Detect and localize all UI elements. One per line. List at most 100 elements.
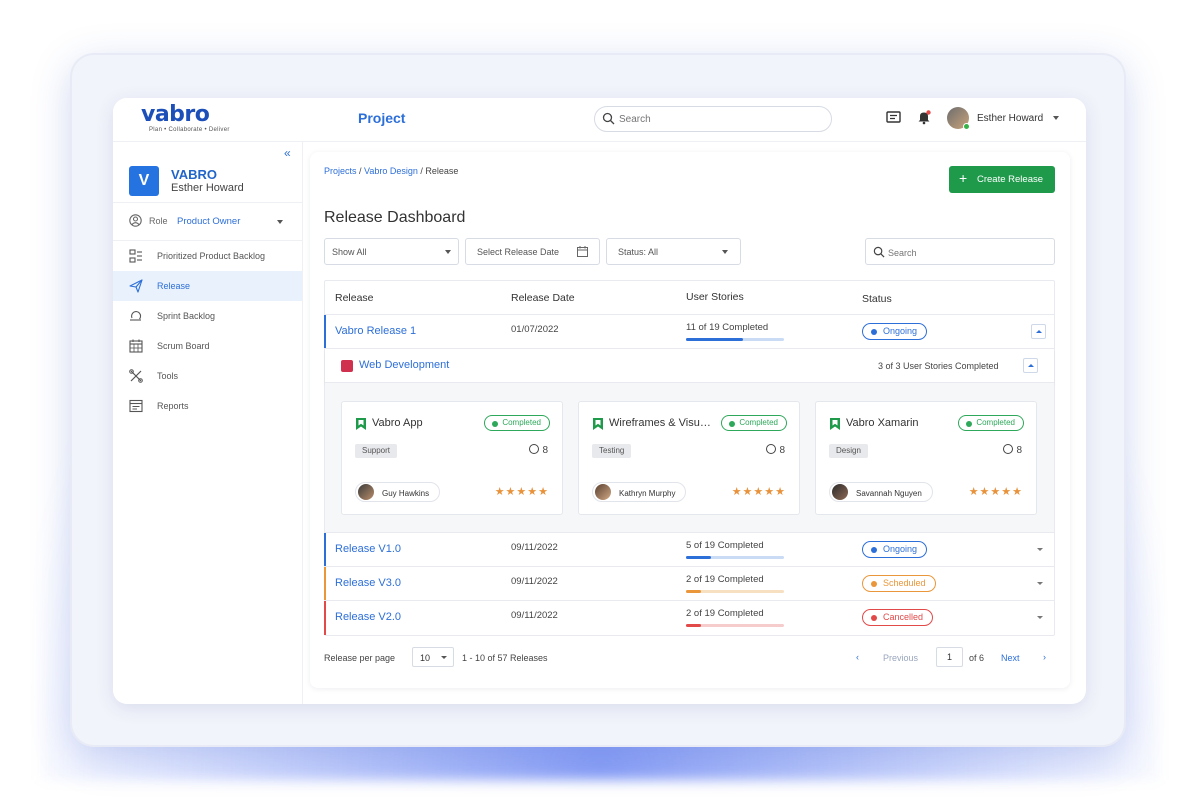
row-accent-bar	[324, 601, 326, 635]
story-points-value: 8	[1016, 445, 1022, 456]
table-header: Release Release Date User Stories Status	[325, 281, 1054, 315]
story-card[interactable]: Wireframes & Visual Design Completed Tes…	[578, 401, 800, 515]
page-total: of 6	[969, 653, 985, 663]
status-dot	[871, 329, 877, 335]
role-value[interactable]: Product Owner	[177, 216, 240, 227]
progress-fill	[686, 338, 743, 341]
role-selector[interactable]: Role Product Owner	[129, 213, 289, 231]
user-name[interactable]: Esther Howard	[977, 113, 1043, 124]
chevron-right-icon[interactable]: ›	[1043, 652, 1046, 662]
collapse-row-button[interactable]	[1031, 324, 1046, 339]
release-search-input[interactable]	[888, 245, 1048, 260]
status-filter-value: Status: All	[618, 247, 659, 257]
user-stories-count: 5 of 19 Completed	[686, 540, 764, 551]
assignee-chip[interactable]: Kathryn Murphy	[592, 482, 687, 502]
inbox-icon[interactable]	[886, 110, 901, 124]
progress-bar	[686, 624, 784, 627]
story-cards-area: Vabro App Completed Support 8 Guy Hawkin…	[325, 383, 1054, 533]
row-accent-bar	[324, 533, 326, 566]
chevron-down-icon	[722, 250, 728, 254]
sidebar-item-prioritized-product-backlog[interactable]: Prioritized Product Backlog	[113, 241, 302, 271]
sidebar-item-scrum-board[interactable]: Scrum Board	[113, 331, 302, 361]
table-row[interactable]: Vabro Release 1 01/07/2022 11 of 19 Comp…	[324, 315, 1054, 349]
status-dot	[871, 581, 877, 587]
table-row[interactable]: Release V2.0 09/11/2022 2 of 19 Complete…	[324, 601, 1054, 635]
chevron-left-icon[interactable]: ‹	[856, 652, 859, 662]
page-number-input[interactable]: 1	[936, 647, 963, 667]
assignee-chip[interactable]: Guy Hawkins	[355, 482, 441, 502]
release-name[interactable]: Release V3.0	[335, 577, 401, 589]
bookmark-icon	[356, 418, 366, 430]
reports-icon	[129, 399, 143, 413]
release-date-picker[interactable]: Select Release Date	[465, 238, 600, 265]
progress-fill	[686, 590, 701, 593]
expand-row-chevron-icon[interactable]	[1037, 616, 1043, 619]
release-date-placeholder: Select Release Date	[477, 247, 560, 257]
breadcrumb-project[interactable]: Vabro Design	[364, 166, 418, 176]
table-row[interactable]: Release V1.0 09/11/2022 5 of 19 Complete…	[324, 533, 1054, 567]
assignee-chip[interactable]: Savannah Nguyen	[829, 482, 933, 502]
create-release-label: Create Release	[977, 174, 1044, 185]
sidebar-item-release[interactable]: Release	[113, 271, 302, 301]
release-name[interactable]: Release V2.0	[335, 611, 401, 623]
chevron-down-icon	[441, 656, 447, 659]
release-name[interactable]: Vabro Release 1	[335, 325, 416, 337]
avatar	[358, 484, 374, 500]
story-card[interactable]: Vabro Xamarin Completed Design 8 Savanna…	[815, 401, 1037, 515]
calendar-icon	[129, 339, 143, 353]
status-dot	[871, 615, 877, 621]
create-release-button[interactable]: + Create Release	[949, 166, 1055, 193]
status-dot	[729, 420, 736, 427]
progress-bar	[686, 556, 784, 559]
story-points: 8	[766, 444, 785, 456]
expand-row-chevron-icon[interactable]	[1037, 548, 1043, 551]
story-card[interactable]: Vabro App Completed Support 8 Guy Hawkin…	[341, 401, 563, 515]
collapse-sidebar-icon[interactable]: «	[284, 146, 291, 160]
show-filter-select[interactable]: Show All	[324, 238, 459, 265]
chevron-down-icon[interactable]	[277, 220, 283, 224]
plus-icon: +	[959, 170, 968, 186]
breadcrumb-projects[interactable]: Projects	[324, 166, 357, 176]
divider	[113, 202, 303, 203]
completed-badge-label: Completed	[502, 418, 541, 427]
previous-page-button[interactable]: Previous	[883, 653, 918, 663]
sidebar-item-tools[interactable]: Tools	[113, 361, 302, 391]
calendar-icon	[577, 246, 588, 257]
chevron-up-icon	[1036, 330, 1042, 333]
collapse-epic-button[interactable]	[1023, 358, 1038, 373]
next-page-button[interactable]: Next	[1001, 653, 1020, 663]
user-menu-chevron-icon[interactable]	[1053, 116, 1059, 120]
sidebar-item-sprint-backlog[interactable]: Sprint Backlog	[113, 301, 302, 331]
top-bar: vabro Plan • Collaborate • Deliver Proje…	[113, 98, 1086, 142]
release-name[interactable]: Release V1.0	[335, 543, 401, 555]
story-title: Wireframes & Visual Design	[609, 417, 716, 429]
status-label: Ongoing	[883, 326, 918, 336]
status-label: Cancelled	[883, 612, 924, 622]
pagination-bar: Release per page 10 1 - 10 of 57 Release…	[324, 647, 1055, 669]
table-row[interactable]: Release V3.0 09/11/2022 2 of 19 Complete…	[324, 567, 1054, 601]
notification-bell-icon[interactable]	[917, 110, 931, 125]
progress-fill	[686, 624, 701, 627]
release-search[interactable]	[865, 238, 1055, 265]
per-page-select[interactable]: 10	[412, 647, 454, 667]
column-release-date: Release Date	[511, 292, 575, 304]
org-name: VABRO	[171, 167, 217, 182]
main-panel: Projects / Vabro Design / Release + Crea…	[310, 152, 1070, 688]
completed-badge: Completed	[721, 415, 787, 431]
global-search[interactable]	[594, 106, 832, 132]
sidebar-item-reports[interactable]: Reports	[113, 391, 302, 421]
status-dot	[871, 547, 877, 553]
epic-name[interactable]: Web Development	[359, 359, 449, 371]
vabro-logo[interactable]: vabro Plan • Collaborate • Deliver	[141, 104, 230, 134]
status-filter-select[interactable]: Status: All	[606, 238, 741, 265]
breadcrumb-separator: /	[356, 166, 365, 176]
global-search-input[interactable]	[619, 111, 819, 128]
status-badge: Cancelled	[862, 609, 934, 626]
release-date: 01/07/2022	[511, 324, 559, 335]
completed-badge: Completed	[484, 415, 550, 431]
expand-row-chevron-icon[interactable]	[1037, 582, 1043, 585]
dashboard-title: Release Dashboard	[324, 209, 466, 226]
status-badge: Scheduled	[862, 575, 936, 592]
show-filter-value: Show All	[332, 247, 367, 257]
user-avatar[interactable]	[947, 107, 970, 130]
